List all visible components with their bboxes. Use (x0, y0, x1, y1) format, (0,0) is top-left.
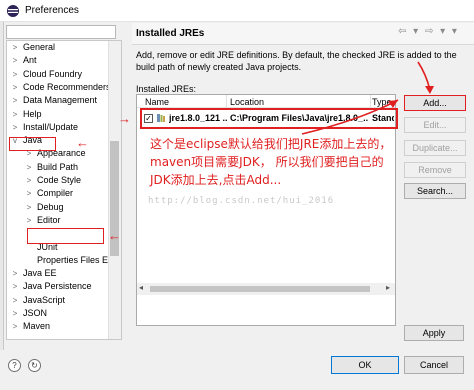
cancel-button[interactable]: Cancel (404, 356, 464, 374)
tree-item-label: General (23, 42, 56, 52)
tree-item-label: Maven (23, 321, 51, 332)
apply-button[interactable]: Apply (404, 325, 464, 341)
dialog-button-bar (0, 350, 474, 390)
expand-right-chevron-icon[interactable]: > (11, 68, 19, 81)
remove-button[interactable]: Remove (404, 162, 466, 178)
ok-button[interactable]: OK (331, 356, 399, 374)
tree-item-label: Cloud Foundry (23, 68, 83, 79)
tree-item-label: Compiler (37, 188, 74, 199)
history-navigation-icon[interactable]: ⇦ ▾ ⇨ ▾ ▾ (398, 26, 459, 37)
scroll-right-icon[interactable]: ▸ (386, 283, 390, 292)
expand-right-chevron-icon[interactable]: > (11, 94, 19, 107)
installed-jres-pointer-arrow-icon: ← (108, 228, 121, 243)
table-scrollbar-thumb[interactable] (150, 286, 370, 292)
java-pointer-arrow-icon: ← (76, 135, 89, 150)
expand-right-chevron-icon[interactable]: > (11, 81, 19, 94)
watermark-text: http://blog.csdn.net/hui_2016 (148, 196, 335, 206)
tree-item-label: Debug (37, 201, 64, 212)
import-export-icon[interactable]: ↻ (28, 359, 41, 372)
window-title: Preferences (25, 5, 79, 16)
add-pointer-arrow-icon (301, 99, 399, 135)
add-button[interactable]: Add... (404, 95, 466, 111)
row-pointer-arrow-icon: → (118, 111, 131, 126)
filter-input[interactable] (6, 25, 116, 39)
help-icon[interactable]: ? (8, 359, 21, 372)
expand-right-chevron-icon[interactable]: > (11, 320, 19, 333)
installed-jres-label: Installed JREs: (136, 84, 197, 94)
duplicate-button[interactable]: Duplicate... (404, 140, 466, 156)
expand-right-chevron-icon[interactable]: > (25, 214, 33, 227)
edit-button[interactable]: Edit... (404, 117, 466, 133)
installed-jres-highlight-box (27, 228, 104, 244)
expand-right-chevron-icon[interactable]: > (11, 54, 19, 67)
tree-item-label: Editor (37, 214, 61, 225)
column-header-location[interactable]: Location (230, 97, 264, 107)
expand-right-chevron-icon[interactable]: > (25, 174, 33, 187)
expand-right-chevron-icon[interactable]: > (11, 41, 19, 54)
tree-item-label: Code Style (37, 175, 82, 185)
expand-right-chevron-icon[interactable]: > (11, 267, 19, 280)
expand-right-chevron-icon[interactable]: > (11, 307, 19, 320)
tree-item-label: Data Management (23, 95, 98, 106)
expand-right-chevron-icon[interactable]: > (25, 187, 33, 200)
tree-item-label: Help (23, 108, 42, 119)
expand-right-chevron-icon[interactable]: > (11, 280, 19, 293)
preferences-tree: > General > Ant > Cloud Foundry > Code Recommen… (6, 40, 122, 340)
scroll-left-icon[interactable]: ◂ (139, 283, 143, 292)
expand-right-chevron-icon[interactable]: > (11, 108, 19, 121)
expand-right-chevron-icon[interactable]: > (11, 121, 19, 134)
tree-item-label: JSON (23, 308, 48, 318)
column-header-name[interactable]: Name (145, 97, 169, 107)
column-separator (226, 95, 227, 108)
tree-item-label: Java EE (23, 268, 57, 279)
java-highlight-box (9, 137, 56, 151)
jre-checkbox[interactable]: ✓ (144, 114, 153, 123)
add-down-arrow-icon (417, 61, 434, 94)
annotation-line-2: maven项目需要JDK， 所以我们要把自己的 (150, 155, 384, 169)
tree-item-label: Properties Files Ed (37, 254, 114, 265)
tree-item-label: Install/Update (23, 121, 79, 132)
annotation-line-3: JDK添加上去,点击Add... (150, 173, 282, 187)
tree-item-label: Java Persistence (23, 281, 92, 292)
tree-item-label: Code Recommenders (23, 81, 111, 92)
background-window-edge (0, 22, 4, 390)
tree-item-label: Ant (23, 55, 37, 66)
expand-right-chevron-icon[interactable]: > (25, 161, 33, 174)
tree-item-label: JavaScript (23, 294, 66, 305)
expand-right-chevron-icon[interactable]: > (25, 201, 33, 214)
eclipse-app-icon (7, 5, 19, 17)
page-title: Installed JREs (136, 28, 205, 39)
expand-right-chevron-icon[interactable]: > (11, 294, 19, 307)
tree-item-label: Build Path (37, 161, 79, 172)
search-button[interactable]: Search... (404, 183, 466, 199)
jre-library-icon (157, 114, 165, 122)
jre-name-cell: jre1.8.0_121 ... (169, 113, 227, 123)
